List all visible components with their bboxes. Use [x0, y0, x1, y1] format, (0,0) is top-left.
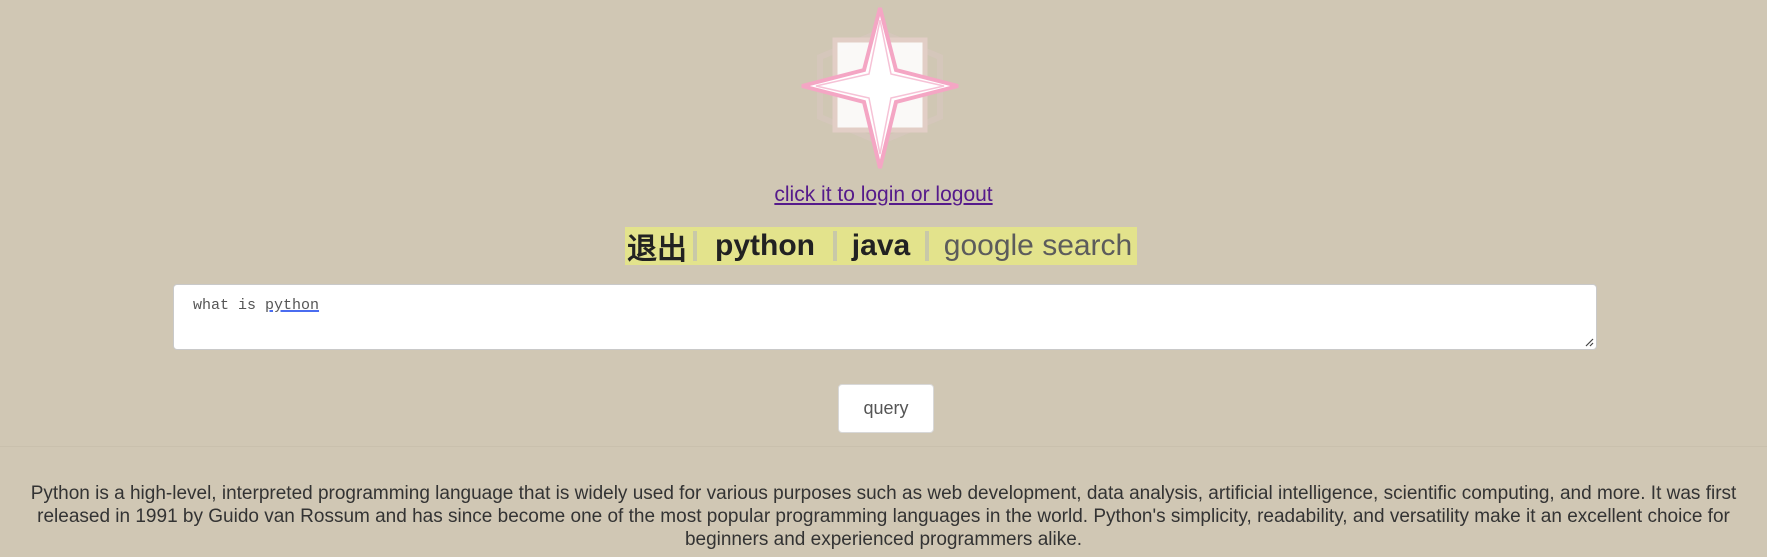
- resize-handle-icon[interactable]: [1584, 337, 1594, 347]
- query-textarea-value: what is python: [193, 297, 319, 314]
- eight-point-star-icon: [801, 7, 959, 169]
- query-prefix: what is: [193, 297, 266, 314]
- answer-text: Python is a high-level, interpreted prog…: [30, 483, 1737, 550]
- query-button[interactable]: query: [838, 384, 934, 433]
- divider: [0, 446, 1767, 447]
- tab-java[interactable]: java: [837, 227, 925, 265]
- language-tabs: 退出 python java google search: [625, 227, 1137, 266]
- tab-python[interactable]: python: [697, 227, 833, 265]
- query-textarea[interactable]: what is python: [173, 284, 1597, 350]
- login-logout-link[interactable]: click it to login or logout: [774, 183, 992, 206]
- login-logout-link-wrapper: click it to login or logout: [0, 182, 1767, 208]
- tab-exit[interactable]: 退出: [625, 227, 693, 266]
- tab-google-search[interactable]: google search: [929, 227, 1137, 265]
- page: click it to login or logout 退出 python ja…: [0, 0, 1767, 557]
- spellchecked-word: python: [265, 297, 320, 314]
